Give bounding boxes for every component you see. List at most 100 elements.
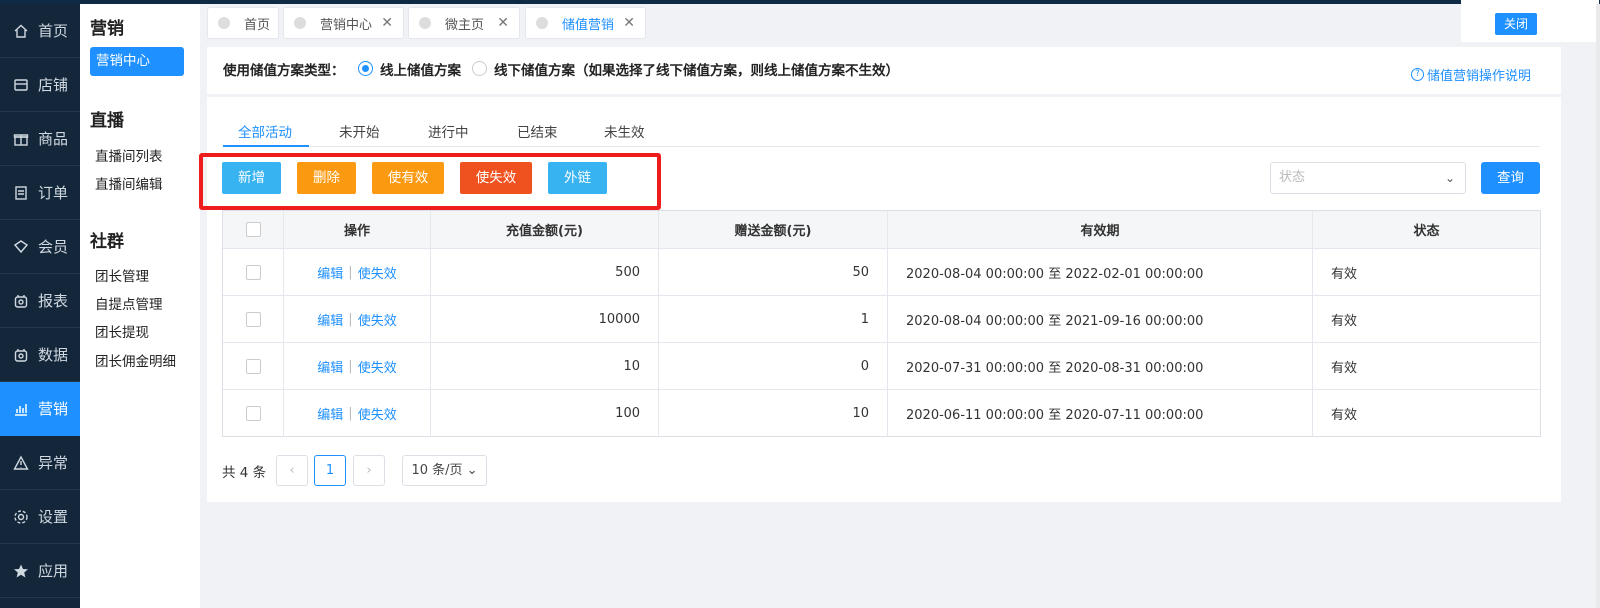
home-icon xyxy=(12,22,30,40)
row-checkbox[interactable] xyxy=(245,311,261,327)
chevron-down-icon: ⌄ xyxy=(1444,171,1455,185)
nav-item-data[interactable]: 数据 xyxy=(0,328,80,382)
data-icon xyxy=(12,346,30,364)
gear-icon xyxy=(12,508,30,526)
prev-page-button[interactable]: ‹ xyxy=(276,455,308,486)
gift-icon xyxy=(12,130,30,148)
table-row: 编辑 | 使失效 500 50 2020-08-04 00:00:00 至 2022… xyxy=(223,249,1540,296)
nav-item-home[interactable]: 首页 xyxy=(0,4,80,58)
nav-item-goods[interactable]: 商品 xyxy=(0,112,80,166)
close-icon[interactable]: ✕ xyxy=(497,15,509,31)
page-1-button[interactable]: 1 xyxy=(314,455,346,486)
filter-tab-all[interactable]: 全部活动 xyxy=(238,121,292,141)
nav-item-label: 商品 xyxy=(38,130,69,148)
tab-label: 首页 xyxy=(244,17,271,33)
warning-icon xyxy=(12,454,30,472)
submenu-title-community: 社群 xyxy=(90,232,124,252)
disable-link[interactable]: 使失效 xyxy=(358,310,397,329)
cell-amount: 10 xyxy=(431,343,659,389)
tab-dot-icon xyxy=(218,17,230,29)
submenu-item-live-list[interactable]: 直播间列表 xyxy=(95,145,163,165)
order-icon xyxy=(12,184,30,202)
table-row: 编辑 | 使失效 10000 1 2020-08-04 00:00:00 至 202… xyxy=(223,296,1540,343)
page-size-label: 10 条/页 xyxy=(411,463,463,478)
select-all-checkbox[interactable] xyxy=(245,222,261,237)
header-actions: 操作 xyxy=(284,211,431,248)
help-link[interactable]: ? 储值营销操作说明 xyxy=(1411,65,1531,84)
edit-link[interactable]: 编辑 xyxy=(317,263,343,282)
scheme-type-label: 使用储值方案类型： xyxy=(223,63,345,79)
nav-item-label: 设置 xyxy=(38,508,69,526)
cell-period: 2020-08-04 00:00:00 至 2022-02-01 00:00:0… xyxy=(888,249,1313,295)
cell-bonus: 0 xyxy=(659,343,888,389)
status-select[interactable]: 状态 ⌄ xyxy=(1270,162,1466,194)
nav-item-report[interactable]: 报表 xyxy=(0,274,80,328)
nav-item-member[interactable]: 会员 xyxy=(0,220,80,274)
tab-label: 微主页 xyxy=(445,17,485,33)
action-separator: | xyxy=(348,358,353,374)
submenu-item-pickup-manage[interactable]: 自提点管理 xyxy=(95,293,163,313)
nav-item-label: 首页 xyxy=(38,22,69,40)
scrollbar[interactable] xyxy=(1596,4,1600,608)
disable-link[interactable]: 使失效 xyxy=(358,404,397,423)
tab-stored-value-marketing[interactable]: 储值营销 ✕ xyxy=(525,7,646,39)
cell-status: 有效 xyxy=(1331,360,1358,376)
cell-status: 有效 xyxy=(1331,408,1358,423)
radio-offline-scheme[interactable] xyxy=(472,61,487,76)
row-checkbox[interactable] xyxy=(245,358,261,374)
cell-status: 有效 xyxy=(1331,313,1358,329)
edit-link[interactable]: 编辑 xyxy=(317,404,343,423)
cell-amount: 500 xyxy=(431,249,659,295)
row-checkbox[interactable] xyxy=(245,406,261,421)
nav-item-exception[interactable]: 异常 xyxy=(0,436,80,490)
filter-tab-not-effective[interactable]: 未生效 xyxy=(604,121,645,141)
nav-item-apps[interactable]: 应用 xyxy=(0,544,80,598)
row-checkbox[interactable] xyxy=(245,264,261,280)
member-icon xyxy=(12,238,30,256)
nav-item-settings[interactable]: 设置 xyxy=(0,490,80,544)
close-icon[interactable]: ✕ xyxy=(381,15,393,31)
disable-link[interactable]: 使失效 xyxy=(358,263,397,282)
submenu-item-marketing-center[interactable]: 营销中心 xyxy=(90,47,184,76)
cell-period: 2020-08-04 00:00:00 至 2021-09-16 00:00:0… xyxy=(888,296,1313,342)
filter-tab-ended[interactable]: 已结束 xyxy=(517,121,558,141)
radio-online-scheme[interactable] xyxy=(358,61,373,76)
filter-tab-in-progress[interactable]: 进行中 xyxy=(428,121,469,141)
edit-link[interactable]: 编辑 xyxy=(317,310,343,329)
submenu-item-leader-commission[interactable]: 团长佣金明细 xyxy=(95,350,176,370)
submenu-item-live-edit[interactable]: 直播间编辑 xyxy=(95,173,163,193)
tab-label: 储值营销 xyxy=(562,17,615,33)
header-status: 状态 xyxy=(1413,224,1440,239)
query-button[interactable]: 查询 xyxy=(1481,162,1540,194)
nav-item-order[interactable]: 订单 xyxy=(0,166,80,220)
next-page-button[interactable]: › xyxy=(353,455,385,486)
submenu-item-leader-withdraw[interactable]: 团长提现 xyxy=(95,321,149,341)
nav-item-label: 订单 xyxy=(38,184,69,202)
question-icon: ? xyxy=(1411,68,1424,81)
submenu-item-leader-manage[interactable]: 团长管理 xyxy=(95,265,149,285)
nav-item-label: 报表 xyxy=(38,292,69,310)
tab-marketing-center[interactable]: 营销中心 ✕ xyxy=(283,7,404,39)
close-all-button[interactable]: 关闭 xyxy=(1495,13,1537,35)
nav-item-marketing[interactable]: 营销 xyxy=(0,382,80,436)
nav-item-label: 会员 xyxy=(38,238,69,256)
filter-tab-not-started[interactable]: 未开始 xyxy=(339,121,380,141)
close-icon[interactable]: ✕ xyxy=(623,15,635,31)
report-icon xyxy=(12,292,30,310)
edit-link[interactable]: 编辑 xyxy=(317,357,343,376)
disable-link[interactable]: 使失效 xyxy=(358,357,397,376)
star-icon xyxy=(12,562,30,580)
nav-item-store[interactable]: 店铺 xyxy=(0,58,80,112)
tab-label: 营销中心 xyxy=(320,17,373,33)
cell-amount: 100 xyxy=(431,390,659,437)
page-size-select[interactable]: 10 条/页 ⌄ xyxy=(402,455,487,486)
tab-dot-icon xyxy=(536,17,548,29)
nav-item-label: 数据 xyxy=(38,346,69,364)
submenu-title-marketing: 营销 xyxy=(90,19,124,39)
cell-period: 2020-07-31 00:00:00 至 2020-08-31 00:00:0… xyxy=(888,343,1313,389)
tab-dot-icon xyxy=(419,17,431,29)
tab-home[interactable]: 首页 xyxy=(207,7,279,39)
tab-micro-home[interactable]: 微主页 ✕ xyxy=(408,7,520,39)
table-row: 编辑 | 使失效 100 10 2020-06-11 00:00:00 至 2020… xyxy=(223,390,1540,437)
chart-icon xyxy=(12,400,30,418)
